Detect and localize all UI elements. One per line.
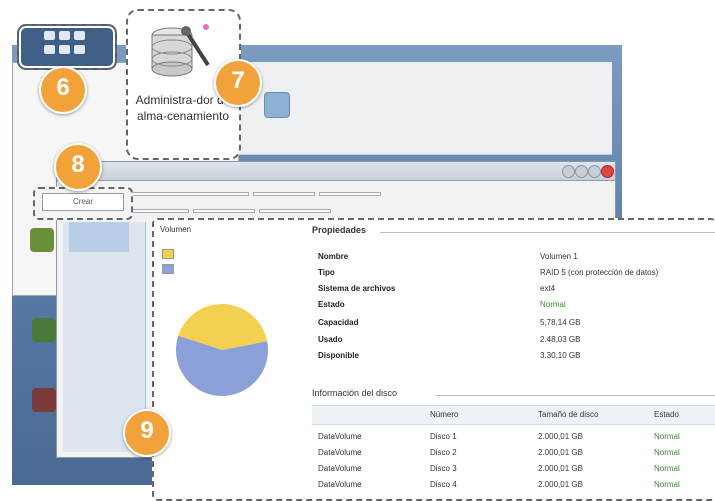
property-key: Estado [318, 300, 345, 309]
database-wrench-icon [151, 24, 210, 77]
disk-cell-number: Disco 2 [430, 448, 457, 457]
disk-cell-name: DataVolume [318, 480, 362, 489]
disk-cell-name: DataVolume [318, 432, 362, 441]
divider [436, 395, 715, 396]
legend-swatch-available [162, 264, 174, 274]
disk-cell-name: DataVolume [318, 448, 362, 457]
property-value: 5,78,14 GB [540, 318, 581, 327]
grid-icon [44, 31, 88, 59]
column-header[interactable]: Tamaño de disco [538, 410, 598, 419]
disk-cell-number: Disco 1 [430, 432, 457, 441]
shortcut-icon[interactable] [30, 228, 54, 252]
disk-cell-size: 2.000,01 GB [538, 432, 583, 441]
disk-table-header: Número Tamaño de disco Estado [312, 405, 715, 425]
property-key: Tipo [318, 268, 335, 277]
properties-header: Propiedades [312, 225, 367, 235]
disk-cell-status: Normal [654, 448, 680, 457]
shortcut-icon[interactable] [32, 318, 56, 342]
property-value: Normal [540, 300, 566, 309]
close-icon[interactable] [601, 165, 614, 178]
disk-cell-number: Disco 3 [430, 464, 457, 473]
property-value: Volumen 1 [540, 252, 578, 261]
help-icon[interactable] [562, 165, 575, 178]
disk-cell-status: Normal [654, 464, 680, 473]
toolbar-button[interactable] [127, 209, 189, 213]
disk-cell-status: Normal [654, 480, 680, 489]
app-icon [264, 92, 290, 118]
property-key: Nombre [318, 252, 349, 261]
toolbar-button[interactable] [193, 209, 255, 213]
usage-pie-chart [175, 304, 268, 396]
column-header[interactable]: Número [430, 410, 458, 419]
divider [380, 232, 715, 233]
disk-cell-status: Normal [654, 432, 680, 441]
property-value: 3.30,10 GB [540, 351, 581, 360]
disk-cell-size: 2.000,01 GB [538, 464, 583, 473]
property-value: 2.48,03 GB [540, 335, 581, 344]
volume-list-header: Volumen [160, 225, 192, 234]
disk-info-header: Información del disco [312, 388, 398, 398]
tab[interactable] [319, 192, 381, 196]
property-key: Disponible [318, 351, 359, 360]
step-badge-9: 9 [123, 409, 171, 457]
step-badge-6: 6 [39, 66, 87, 114]
window-toolbar [127, 205, 335, 216]
step-badge-7: 7 [214, 59, 262, 107]
disk-cell-size: 2.000,01 GB [538, 448, 583, 457]
window-titlebar[interactable] [57, 162, 615, 181]
storage-manager-label: Administra-dor de alma-cenamiento [135, 93, 231, 123]
legend-swatch-used [162, 249, 174, 259]
property-value: RAID 5 (con protección de datos) [540, 268, 659, 277]
property-value: ext4 [540, 284, 556, 293]
volume-list-item[interactable] [69, 222, 129, 252]
shortcut-icon[interactable] [32, 388, 56, 412]
window-tabs [127, 188, 385, 199]
tab[interactable] [127, 192, 249, 196]
create-button[interactable]: Crear [42, 193, 124, 211]
column-header[interactable]: Estado [654, 410, 679, 419]
disk-cell-name: DataVolume [318, 464, 362, 473]
step-badge-8: 8 [54, 143, 102, 191]
disk-cell-size: 2.000,01 GB [538, 480, 583, 489]
property-key: Sistema de archivos [318, 284, 396, 293]
disk-cell-number: Disco 4 [430, 480, 457, 489]
property-key: Capacidad [318, 318, 359, 327]
toolbar-button[interactable] [259, 209, 331, 213]
tab[interactable] [253, 192, 315, 196]
maximize-icon[interactable] [588, 165, 601, 178]
minimize-icon[interactable] [575, 165, 588, 178]
property-key: Usado [318, 335, 343, 344]
